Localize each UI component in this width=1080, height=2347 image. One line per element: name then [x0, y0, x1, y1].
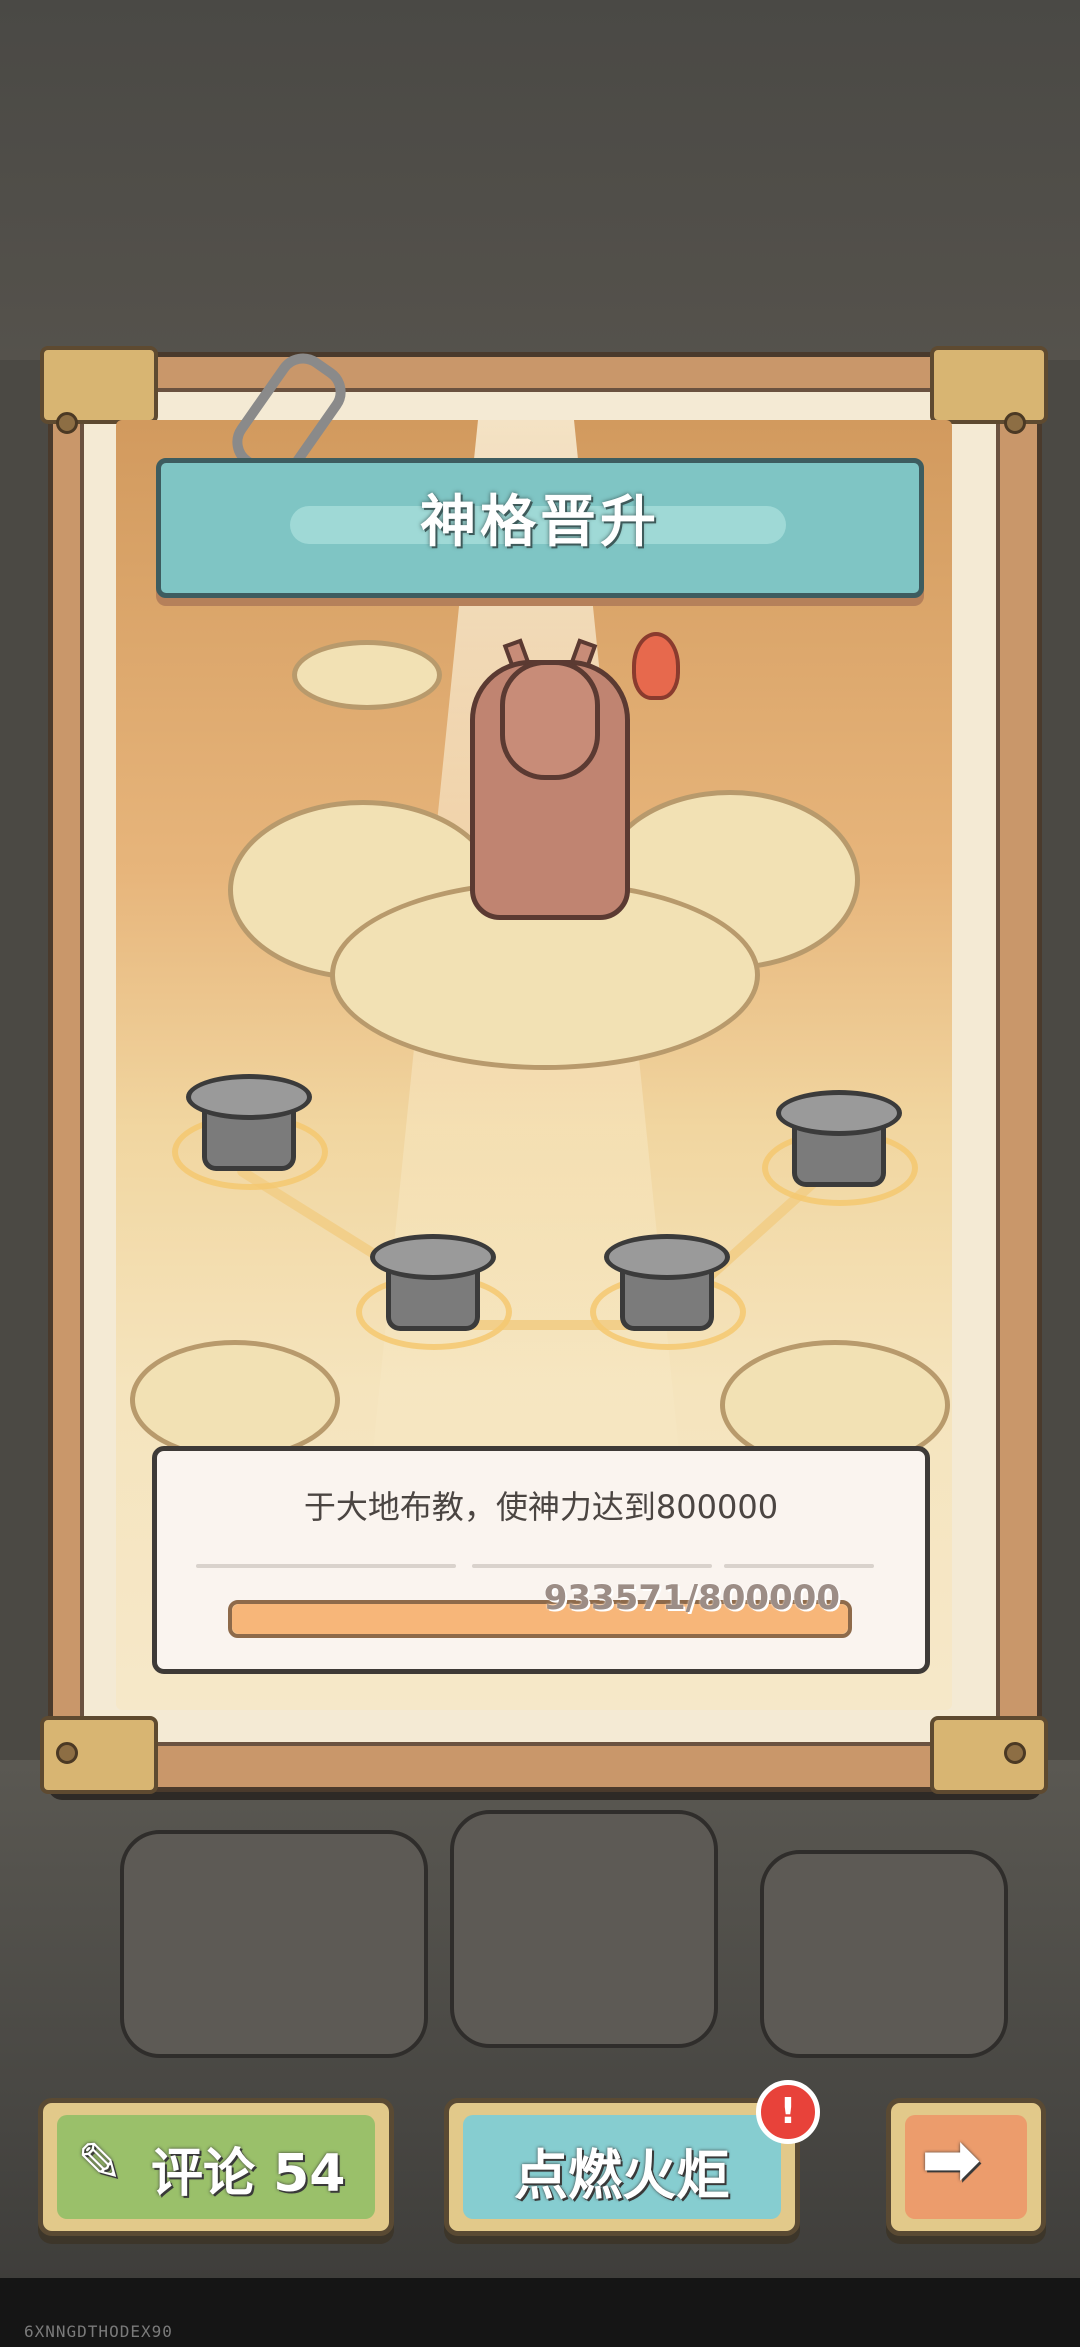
- rivet: [56, 1742, 78, 1764]
- divider: [724, 1564, 874, 1568]
- background-rock: [760, 1850, 1008, 2058]
- torch-flame-icon: [632, 632, 680, 700]
- pedestal-3[interactable]: [590, 1234, 746, 1350]
- background-rock: [120, 1830, 428, 2058]
- pedestal-top: [604, 1234, 730, 1280]
- quest-description: 于大地布教，使神力达到800000: [303, 1488, 779, 1526]
- ignite-button-label: 点燃火炬: [514, 2144, 730, 2207]
- ignite-torch-button[interactable]: 点燃火炬: [444, 2098, 800, 2236]
- watermark: 6XNNGDTHODEX90: [24, 2322, 173, 2341]
- comment-button[interactable]: ✎ 评论 54: [38, 2098, 394, 2236]
- progress-text: 933571/800000: [543, 1578, 840, 1618]
- background-rock: [450, 1810, 718, 2048]
- corner-bracket: [930, 1716, 1048, 1794]
- pedestal-top: [776, 1090, 902, 1136]
- next-button[interactable]: ➡: [886, 2098, 1046, 2236]
- corner-bracket: [930, 346, 1048, 424]
- pedestal-top: [370, 1234, 496, 1280]
- rivet: [1004, 412, 1026, 434]
- background-sky: [0, 0, 1080, 360]
- pedestal-4[interactable]: [762, 1090, 918, 1206]
- quest-bubble: [152, 1446, 930, 1674]
- divider: [472, 1564, 712, 1568]
- rivet: [56, 412, 78, 434]
- rivet: [1004, 1742, 1026, 1764]
- pedestal-1[interactable]: [172, 1074, 328, 1190]
- page-title: 神格晋升: [420, 490, 660, 555]
- notification-badge: !: [756, 2080, 820, 2144]
- divider: [196, 1564, 456, 1568]
- cloud: [130, 1340, 340, 1460]
- quill-icon: ✎: [77, 2131, 123, 2194]
- pedestal-top: [186, 1074, 312, 1120]
- comment-button-label: 评论 54: [151, 2144, 346, 2204]
- pedestal-2[interactable]: [356, 1234, 512, 1350]
- corner-bracket: [40, 346, 158, 424]
- arrow-right-icon: ➡: [921, 2117, 982, 2201]
- cloud: [292, 640, 442, 710]
- deity-head: [500, 660, 600, 780]
